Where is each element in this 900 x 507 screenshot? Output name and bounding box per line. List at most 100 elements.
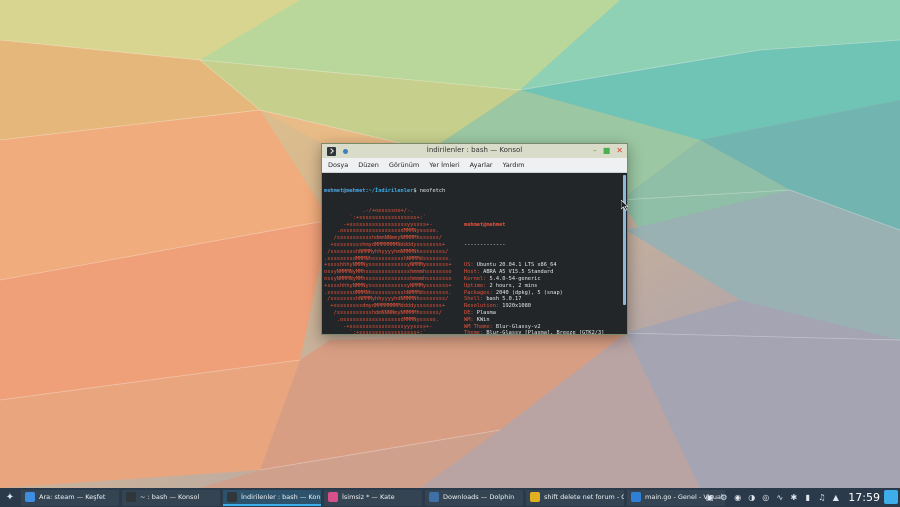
chrome-icon [530, 491, 540, 502]
info-value: 1920x1080 [502, 303, 531, 310]
logo-line: +sssssssssdmydMMMMMMMMddddyssssssss+ [324, 303, 446, 310]
info-row: WM Theme: Blur-Glassy-v2 [464, 323, 541, 330]
maximize-button[interactable]: ■ [603, 145, 611, 156]
logo-line: ossyNMMMNyMMhsssssssssssssshmmmhssssssso [324, 275, 452, 282]
ubuntu-ascii-logo: .-/+oossssoo+/-. `:+ssssssssssssssssss+:… [324, 208, 464, 334]
logo-line: +sssshhhyNMMNyssssssssssssyNMMMysssssss+ [324, 262, 452, 269]
info-row: WM: KWin [464, 316, 490, 323]
logo-line: `:+ssssssssssssssssss+:` [324, 330, 427, 334]
taskbar-task[interactable]: shift delete net forum - Goog [526, 489, 624, 506]
menu-yer-imleri[interactable]: Yer İmleri [429, 161, 459, 169]
logo-line: /ssssssssssshdmNNNNmyNMMMMhssssss/ [324, 309, 442, 316]
info-value: 5.4.0-54-generic [489, 275, 541, 282]
info-value: 2 hours, 2 mins [489, 282, 538, 289]
logo-line: /sssssssshNMMMyhhyyyyhdNMMMNhssssssss/ [324, 296, 449, 303]
taskbar-task[interactable]: İsimsiz * — Kate [324, 489, 422, 506]
steam-icon[interactable]: ◉ [733, 493, 742, 502]
prompt-path: :~/İndirilenler [365, 187, 414, 194]
taskbar-task[interactable]: Ara: steam — Keşfet [21, 489, 119, 506]
taskbar-task[interactable]: ~ : bash — Konsol [122, 489, 220, 506]
menu-bar: Dosya Düzen Görünüm Yer İmleri Ayarlar Y… [322, 158, 627, 173]
updates-icon[interactable]: ◎ [761, 493, 770, 502]
konsole-icon [227, 491, 237, 502]
vpn-icon[interactable]: ◑ [747, 493, 756, 502]
info-value: Blur-Glassy [Plasma], Breeze [GTK2/3] [486, 330, 605, 334]
kate-icon [328, 491, 338, 502]
info-row: Theme: Blur-Glassy [Plasma], Breeze [GTK… [464, 330, 604, 334]
info-value: Ubuntu 20.04.1 LTS x86_64 [476, 262, 557, 269]
info-key: Kernel [464, 275, 484, 282]
minimize-button[interactable]: – [593, 145, 597, 156]
info-key: Uptime [464, 282, 484, 289]
taskbar-task-label: ~ : bash — Konsol [140, 492, 200, 501]
vscode-icon [631, 491, 641, 502]
logo-line: /ssssssssssshdmmNNmmyNMMMMhssssss/ [324, 235, 442, 242]
tray-expand-icon[interactable]: ▲ [831, 493, 840, 502]
info-key: WM Theme [464, 323, 490, 330]
prompt-command: $ neofetch [413, 187, 446, 194]
bluetooth-icon[interactable]: ✱ [789, 493, 798, 502]
logo-line: +sssshhhyNMMNyssssssssssssyNMMMysssssss+ [324, 282, 452, 289]
info-value: bash 5.0.17 [486, 296, 522, 303]
info-value: 2040 (dpkg), 5 (snap) [495, 289, 563, 296]
info-key: Theme [464, 330, 480, 334]
mouse-cursor-icon [621, 200, 628, 211]
info-value: ABRA A5 V15.5 Standard [483, 269, 554, 276]
menu-ayarlar[interactable]: Ayarlar [470, 161, 493, 169]
system-info: mehmet@mehmet ------------- OS: Ubuntu 2… [464, 208, 604, 334]
info-key: Host [464, 269, 477, 276]
menu-gorunum[interactable]: Görünüm [389, 161, 419, 169]
taskbar-task-label: Ara: steam — Keşfet [39, 492, 106, 501]
taskbar-task[interactable]: İndirilenler : bash — Konsol [223, 489, 321, 506]
system-tray: ▣ ⚙ ◉ ◑ ◎ ∿ ✱ ▮ ♫ ▲ 17:59 [705, 488, 880, 507]
show-desktop-button[interactable] [884, 490, 898, 504]
terminal-output[interactable]: mehmet@mehmet:~/İndirilenler$ neofetch .… [322, 173, 621, 334]
info-header: mehmet@mehmet [464, 221, 506, 228]
info-row: Resolution: 1920x1080 [464, 303, 531, 310]
info-row: Host: ABRA A5 V15.5 Standard [464, 269, 554, 276]
logo-line: `:+ssssssssssssssssss+:` [324, 214, 427, 221]
clock[interactable]: 17:59 [848, 491, 880, 504]
dolphin-icon [429, 491, 439, 502]
logo-line: -+sssssssssssssssssyyyssss+- [324, 323, 433, 330]
window-titlebar[interactable]: İndirilenler : bash — Konsol – ■ ✕ [322, 144, 627, 158]
info-separator: ------------- [464, 241, 506, 248]
info-row: OS: Ubuntu 20.04.1 LTS x86_64 [464, 262, 557, 269]
info-key: Resolution [464, 303, 496, 310]
window-title: İndirilenler : bash — Konsol [426, 146, 523, 154]
logo-line: +ssssssssshmydMMMMMMMNddddyssssssss+ [324, 241, 446, 248]
settings-icon[interactable]: ⚙ [719, 493, 728, 502]
info-value: Blur-Glassy-v2 [495, 323, 541, 330]
clipboard-icon[interactable]: ▣ [705, 493, 714, 502]
prompt-user: mehmet@mehmet [324, 187, 366, 194]
taskbar-task-label: İsimsiz * — Kate [342, 492, 395, 501]
menu-dosya[interactable]: Dosya [328, 161, 348, 169]
logo-line: .ssssssssdMMMNhsssssssssshNMMMdssssssss. [324, 289, 452, 296]
battery-icon[interactable]: ▮ [803, 493, 812, 502]
menu-yardim[interactable]: Yardım [503, 161, 525, 169]
info-value: KWin [476, 316, 490, 323]
logo-line: ossyNMMMNyMMhsssssssssssssshmmmhssssssso [324, 269, 452, 276]
close-button[interactable]: ✕ [616, 145, 623, 156]
logo-line: .-/+oossssoo+/-. [324, 207, 414, 214]
menu-duzen[interactable]: Düzen [358, 161, 379, 169]
logo-line: -+ssssssssssssssssssyyssss+- [324, 221, 433, 228]
info-key: Shell [464, 296, 480, 303]
konsole-window[interactable]: İndirilenler : bash — Konsol – ■ ✕ Dosya… [321, 143, 628, 335]
terminal-scrollbar[interactable] [623, 175, 626, 305]
volume-icon[interactable]: ♫ [817, 493, 826, 502]
logo-line: .ossssssssssssssssssdMMMNysssso. [324, 228, 439, 235]
info-row: Uptime: 2 hours, 2 mins [464, 282, 538, 289]
taskbar: ✦ Ara: steam — Keşfet ~ : bash — Konsol İn… [0, 488, 900, 507]
info-row: Packages: 2040 (dpkg), 5 (snap) [464, 289, 563, 296]
application-launcher-icon[interactable]: ✦ [3, 491, 17, 505]
taskbar-task-label: Downloads — Dolphin [443, 492, 515, 501]
logo-line: .ssssssssdMMMNhsssssssssshNMMMdssssssss. [324, 255, 452, 262]
taskbar-task-label: shift delete net forum - Goog [544, 492, 624, 501]
logo-line: .ossssssssssssssssssdMMMNysssso. [324, 316, 439, 323]
wifi-icon[interactable]: ∿ [775, 493, 784, 502]
info-value: Plasma [476, 309, 496, 316]
info-row: DE: Plasma [464, 309, 496, 316]
taskbar-task[interactable]: Downloads — Dolphin [425, 489, 523, 506]
logo-line: /sssssssshNMMMyhhyyyyhmNMMMNhssssssss/ [324, 248, 449, 255]
